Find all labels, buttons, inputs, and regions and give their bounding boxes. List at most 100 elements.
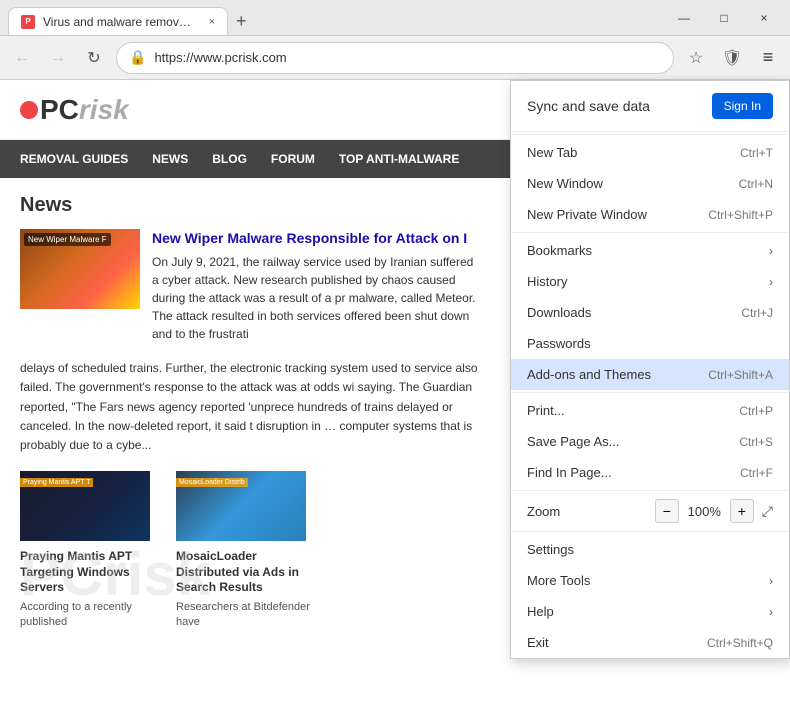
menu-sync-header: Sync and save data Sign In (511, 81, 789, 132)
print-shortcut: Ctrl+P (739, 404, 773, 418)
active-tab[interactable]: P Virus and malware removal inst × (8, 7, 228, 35)
menu-sync-text: Sync and save data (527, 98, 650, 114)
back-button[interactable]: ← (8, 44, 36, 72)
lock-icon: 🔒 (129, 49, 146, 66)
menu-item-downloads[interactable]: Downloads Ctrl+J (511, 297, 789, 328)
menu-item-settings[interactable]: Settings (511, 534, 789, 565)
tab-favicon: P (21, 15, 35, 29)
forward-button[interactable]: → (44, 44, 72, 72)
news-section: News New Wiper Malware F New Wiper Malwa… (0, 178, 500, 471)
refresh-button[interactable]: ↻ (80, 44, 108, 72)
nav-forum[interactable]: FORUM (271, 152, 315, 166)
more-tools-label: More Tools (527, 573, 590, 588)
zoom-label: Zoom (527, 504, 560, 519)
address-bar: ← → ↻ 🔒 https://www.pcrisk.com ☆ 🛡 ≡ (0, 36, 790, 80)
menu-item-print[interactable]: Print... Ctrl+P (511, 395, 789, 426)
menu-item-find[interactable]: Find In Page... Ctrl+F (511, 457, 789, 488)
history-arrow-icon: › (769, 275, 773, 289)
history-label: History (527, 274, 567, 289)
private-window-shortcut: Ctrl+Shift+P (708, 208, 773, 222)
bottom-headline-2[interactable]: MosaicLoader Distributed via Ads in Sear… (176, 549, 316, 596)
tab-area: P Virus and malware removal inst × + (8, 0, 662, 35)
main-news-img-placeholder: New Wiper Malware F (20, 229, 140, 309)
zoom-expand-button[interactable]: ⤢ (762, 503, 773, 520)
exit-label: Exit (527, 635, 549, 650)
zoom-in-button[interactable]: + (730, 499, 754, 523)
sign-in-button[interactable]: Sign In (712, 93, 773, 119)
nav-news[interactable]: NEWS (152, 152, 188, 166)
url-box[interactable]: 🔒 https://www.pcrisk.com (116, 42, 674, 74)
bookmark-star-button[interactable]: ☆ (682, 44, 710, 72)
window-controls: — □ × (666, 4, 782, 32)
url-text: https://www.pcrisk.com (154, 50, 661, 65)
menu-divider-4 (511, 490, 789, 491)
menu-item-help[interactable]: Help › (511, 596, 789, 627)
menu-item-private-window[interactable]: New Private Window Ctrl+Shift+P (511, 199, 789, 230)
bottom-img-label-2: MosaicLoader Distrib (176, 478, 248, 487)
menu-divider-5 (511, 531, 789, 532)
more-tools-arrow-icon: › (769, 574, 773, 588)
zoom-controls: − 100% + ⤢ (655, 499, 773, 523)
main-news-excerpt: On July 9, 2021, the railway service use… (152, 253, 480, 343)
menu-item-exit[interactable]: Exit Ctrl+Shift+Q (511, 627, 789, 658)
bottom-news-item-2: MosaicLoader Distrib MosaicLoader Distri… (176, 471, 316, 631)
nav-blog[interactable]: BLOG (212, 152, 247, 166)
settings-label: Settings (527, 542, 574, 557)
main-news-img-label: New Wiper Malware F (24, 233, 111, 246)
menu-divider-2 (511, 232, 789, 233)
bottom-excerpt-2: Researchers at Bitdefender have (176, 600, 316, 631)
main-news-image: New Wiper Malware F (20, 229, 140, 309)
print-label: Print... (527, 403, 565, 418)
logo-risk-text: risk (79, 94, 129, 126)
logo-dot (20, 101, 38, 119)
menu-item-history[interactable]: History › (511, 266, 789, 297)
bottom-headline-1[interactable]: Praying Mantis APT Targeting Windows Ser… (20, 549, 160, 596)
main-news-item: New Wiper Malware F New Wiper Malware Re… (20, 229, 480, 343)
menu-item-bookmarks[interactable]: Bookmarks › (511, 235, 789, 266)
site-logo: PC risk (20, 94, 129, 126)
find-label: Find In Page... (527, 465, 612, 480)
bookmarks-label: Bookmarks (527, 243, 592, 258)
bottom-img-label-1: Praying Mantis APT T (20, 478, 93, 487)
minimize-button[interactable]: — (666, 4, 702, 32)
shield-button[interactable]: 🛡 (718, 44, 746, 72)
menu-zoom-row: Zoom − 100% + ⤢ (511, 493, 789, 529)
find-shortcut: Ctrl+F (740, 466, 773, 480)
logo-pc-text: PC (40, 94, 79, 126)
zoom-value: 100% (687, 504, 722, 519)
nav-top-anti-malware[interactable]: TOP ANTI-MALWARE (339, 152, 459, 166)
menu-divider-1 (511, 134, 789, 135)
app-menu-button[interactable]: ≡ (754, 44, 782, 72)
help-label: Help (527, 604, 554, 619)
menu-divider-3 (511, 392, 789, 393)
menu-item-more-tools[interactable]: More Tools › (511, 565, 789, 596)
main-news-headline[interactable]: New Wiper Malware Responsible for Attack… (152, 229, 480, 247)
downloads-shortcut: Ctrl+J (741, 306, 773, 320)
firefox-menu: Sync and save data Sign In New Tab Ctrl+… (510, 80, 790, 659)
menu-item-save-page[interactable]: Save Page As... Ctrl+S (511, 426, 789, 457)
menu-item-new-window[interactable]: New Window Ctrl+N (511, 168, 789, 199)
main-news-long-text: delays of scheduled trains. Further, the… (20, 359, 480, 455)
addons-shortcut: Ctrl+Shift+A (708, 368, 773, 382)
nav-removal-guides[interactable]: REMOVAL GUIDES (20, 152, 128, 166)
menu-item-passwords[interactable]: Passwords (511, 328, 789, 359)
new-tab-button[interactable]: + (228, 7, 255, 35)
zoom-out-button[interactable]: − (655, 499, 679, 523)
bottom-news-item-1: Praying Mantis APT T Praying Mantis APT … (20, 471, 160, 631)
save-page-label: Save Page As... (527, 434, 620, 449)
passwords-label: Passwords (527, 336, 591, 351)
tab-title: Virus and malware removal inst (43, 15, 197, 29)
downloads-label: Downloads (527, 305, 591, 320)
close-button[interactable]: × (746, 4, 782, 32)
news-section-title: News (20, 194, 480, 217)
maximize-button[interactable]: □ (706, 4, 742, 32)
title-bar: P Virus and malware removal inst × + — □… (0, 0, 790, 36)
new-window-shortcut: Ctrl+N (739, 177, 773, 191)
bottom-img-2: MosaicLoader Distrib (176, 471, 306, 541)
menu-item-addons[interactable]: Add-ons and Themes Ctrl+Shift+A (511, 359, 789, 390)
bottom-excerpt-1: According to a recently published (20, 600, 160, 631)
tab-close-button[interactable]: × (209, 16, 215, 28)
help-arrow-icon: › (769, 605, 773, 619)
menu-item-new-tab[interactable]: New Tab Ctrl+T (511, 137, 789, 168)
save-page-shortcut: Ctrl+S (739, 435, 773, 449)
